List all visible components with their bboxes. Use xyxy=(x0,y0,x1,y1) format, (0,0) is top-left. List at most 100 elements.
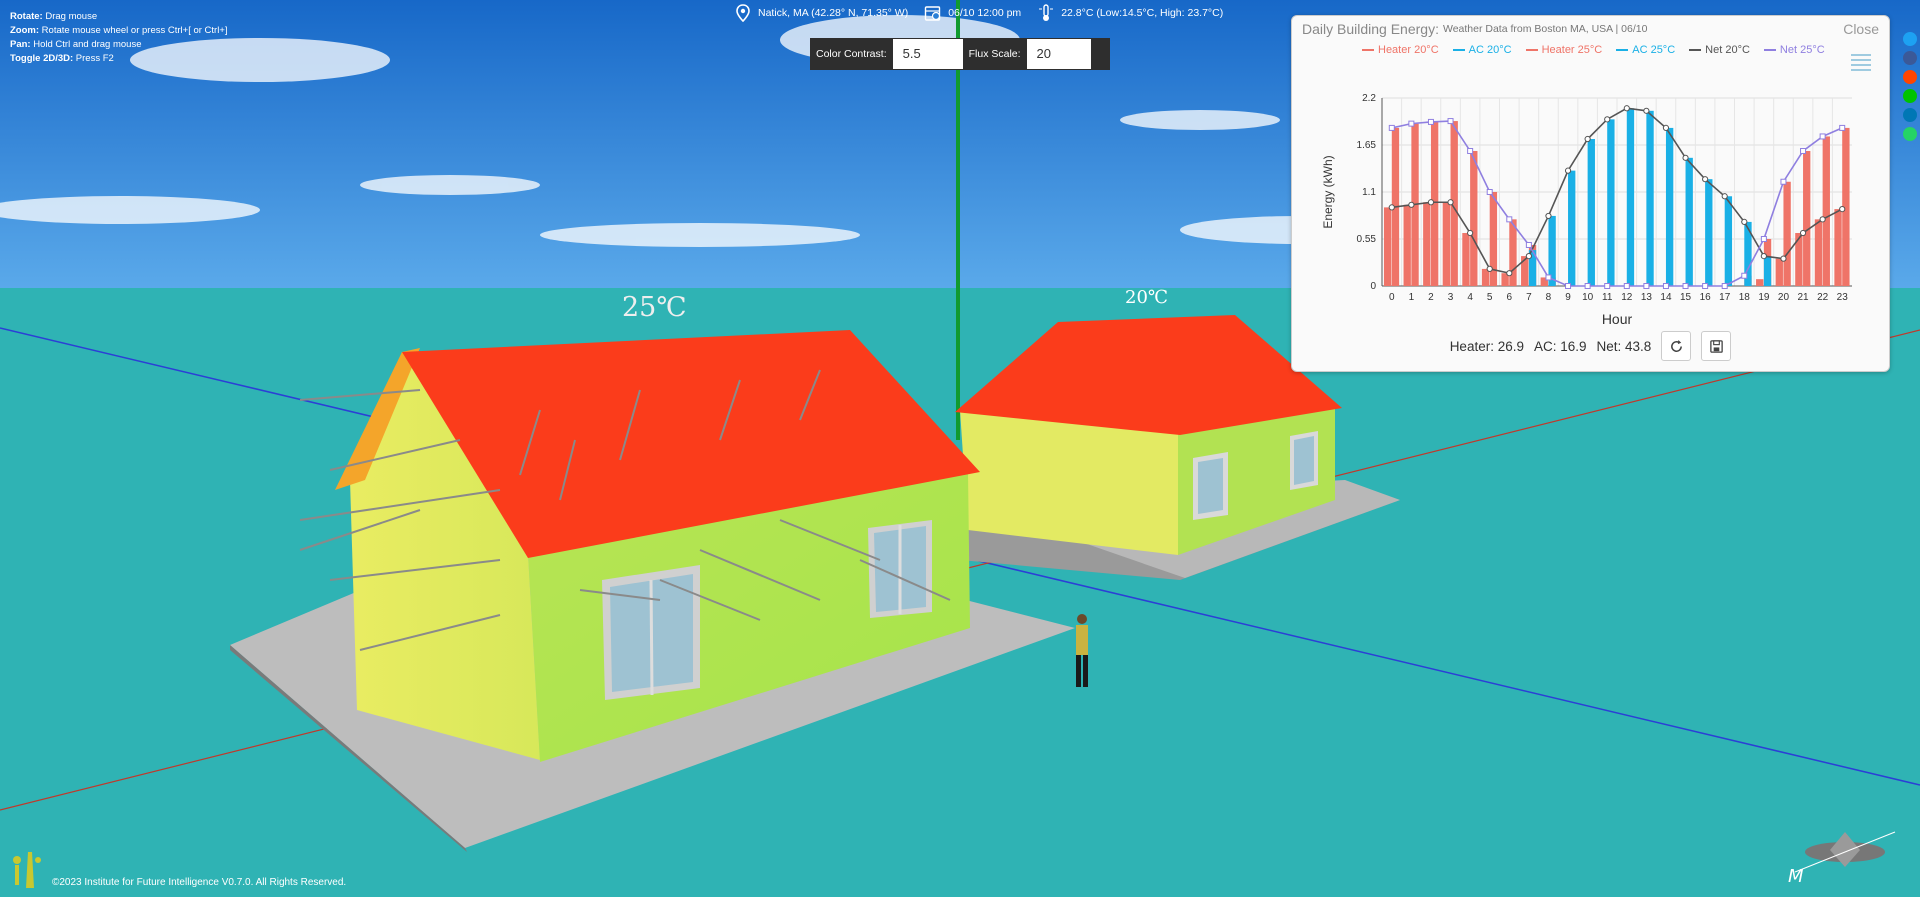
x-tick-label: 4 xyxy=(1467,292,1473,303)
location-text: Natick, MA (42.28° N, 71.35° W) xyxy=(758,7,909,19)
y-tick-label: 1.65 xyxy=(1357,140,1377,151)
line-point xyxy=(1427,199,1435,206)
label-25c: 25℃ xyxy=(622,292,687,323)
line-point xyxy=(1623,105,1630,112)
x-tick-label: 1 xyxy=(1409,292,1415,303)
daily-energy-panel: Daily Building Energy: Weather Data from… xyxy=(1291,15,1890,372)
save-icon xyxy=(1710,339,1723,353)
line-point xyxy=(1447,199,1454,206)
linkedin-icon[interactable] xyxy=(1903,108,1917,122)
line-point xyxy=(1682,283,1689,289)
bar xyxy=(1383,207,1392,286)
legend-swatch xyxy=(1616,49,1629,51)
line-point xyxy=(1623,283,1630,289)
twitter-icon[interactable] xyxy=(1903,32,1917,46)
line-point xyxy=(1604,116,1611,123)
save-button[interactable] xyxy=(1701,331,1732,361)
line-point xyxy=(1447,118,1454,125)
help-rotate-label: Rotate: xyxy=(10,11,43,22)
x-tick-label: 3 xyxy=(1448,292,1454,303)
panel-header[interactable]: Daily Building Energy: Weather Data from… xyxy=(1292,16,1889,42)
bar xyxy=(1822,136,1830,286)
x-tick-label: 17 xyxy=(1719,292,1731,303)
line-point xyxy=(1662,124,1670,132)
flux-scale-input[interactable]: 20 xyxy=(1026,39,1091,69)
legend-item[interactable]: Heater 25°C xyxy=(1525,44,1603,56)
weather-bar: Natick, MA (42.28° N, 71.35° W) 06/10 12… xyxy=(734,4,1231,22)
menu-icon[interactable] xyxy=(1849,50,1873,74)
x-tick-label: 8 xyxy=(1546,292,1552,303)
navigation-help: Rotate: Drag mouse Zoom: Rotate mouse wh… xyxy=(10,10,228,66)
line-point xyxy=(1525,241,1532,248)
line-point xyxy=(1427,118,1434,125)
line-point xyxy=(1799,229,1807,237)
refresh-icon xyxy=(1670,339,1682,352)
legend-item[interactable]: Net 20°C xyxy=(1689,44,1750,56)
reddit-icon[interactable] xyxy=(1903,70,1917,84)
line-point xyxy=(1819,216,1826,223)
bar xyxy=(1783,181,1791,286)
line-point xyxy=(1564,167,1572,174)
panel-subtitle: Weather Data from Boston MA, USA | 06/10 xyxy=(1442,23,1648,35)
legend-item[interactable]: Net 25°C xyxy=(1763,44,1825,56)
label-20c: 20℃ xyxy=(1125,287,1168,308)
svg-text:M: M xyxy=(1788,866,1804,887)
line-point xyxy=(1643,283,1650,289)
x-tick-label: 11 xyxy=(1602,292,1613,303)
x-tick-label: 9 xyxy=(1565,292,1571,303)
bar xyxy=(1442,202,1451,286)
bar xyxy=(1834,209,1842,286)
line-icon[interactable] xyxy=(1903,89,1917,103)
help-toggle-text: Press F2 xyxy=(73,53,114,64)
x-tick-label: 16 xyxy=(1700,292,1712,303)
energy-summary: Heater: 26.9 AC: 16.9 Net: 43.8 xyxy=(1292,331,1889,361)
legend-item[interactable]: Heater 20°C xyxy=(1362,44,1439,56)
x-tick-label: 13 xyxy=(1641,292,1653,303)
panel-title: Daily Building Energy: xyxy=(1302,21,1439,37)
bar xyxy=(1724,196,1733,286)
calendar-clock-icon[interactable] xyxy=(924,4,942,22)
bar xyxy=(1423,202,1431,286)
line-point xyxy=(1643,107,1650,114)
share-bar xyxy=(1903,32,1917,141)
close-button[interactable]: Close xyxy=(1843,21,1879,37)
energy-chart: 00.551.11.652.20 1 2 3 4 5 6 7 8 9 10 11 12 13 14 15 16 1… xyxy=(1321,93,1852,326)
render-controls: Color Contrast: 5.5 Flux Scale: 20 xyxy=(810,38,1110,70)
y-tick-label: 2.2 xyxy=(1362,93,1376,104)
line-point xyxy=(1741,218,1748,226)
help-pan-label: Pan: xyxy=(10,39,31,50)
line-point xyxy=(1819,133,1826,140)
bar xyxy=(1685,157,1693,286)
legend-item[interactable]: AC 25°C xyxy=(1616,44,1675,56)
bar xyxy=(1705,179,1713,286)
bar xyxy=(1763,256,1772,286)
line-point xyxy=(1584,135,1591,143)
bar xyxy=(1814,219,1823,286)
x-tick-label: 7 xyxy=(1526,292,1532,303)
line-point xyxy=(1506,270,1513,277)
x-tick-label: 19 xyxy=(1758,292,1770,303)
location-pin-icon[interactable] xyxy=(734,4,752,22)
bar xyxy=(1470,150,1478,286)
bar xyxy=(1775,258,1783,286)
color-contrast-input[interactable]: 5.5 xyxy=(892,39,963,69)
line-point xyxy=(1800,147,1807,154)
line-point xyxy=(1565,283,1572,289)
line-point xyxy=(1408,201,1415,208)
whatsapp-icon[interactable] xyxy=(1903,127,1917,141)
compass-icon[interactable]: M xyxy=(1785,812,1905,892)
refresh-button[interactable] xyxy=(1661,331,1692,361)
bar xyxy=(1646,110,1654,287)
y-axis-title: Energy (kWh) xyxy=(1321,155,1335,228)
legend-label: Net 25°C xyxy=(1779,44,1825,56)
help-toggle-label: Toggle 2D/3D: xyxy=(10,53,74,64)
line-point xyxy=(1584,283,1591,289)
legend-item[interactable]: AC 20°C xyxy=(1452,44,1512,56)
flux-scale-label: Flux Scale: xyxy=(968,48,1021,60)
x-tick-label: 21 xyxy=(1797,292,1809,303)
legend-label: Heater 20°C xyxy=(1378,44,1439,56)
legend-swatch xyxy=(1763,49,1776,51)
x-tick-label: 18 xyxy=(1739,292,1751,303)
legend-label: Heater 25°C xyxy=(1541,44,1603,56)
facebook-icon[interactable] xyxy=(1903,51,1917,65)
